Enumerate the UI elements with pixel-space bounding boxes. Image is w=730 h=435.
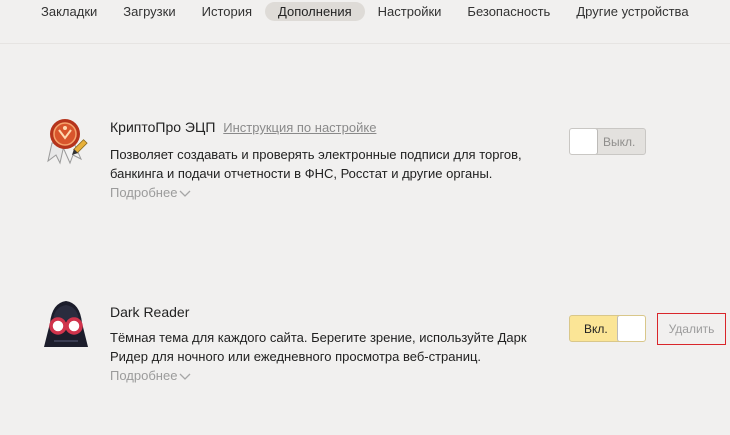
extension-name: КриптоПро ЭЦП [110,119,216,135]
extension-title-row: КриптоПро ЭЦП Инструкция по настройке [110,119,376,135]
dark-reader-icon [40,297,92,349]
toggle-knob [617,316,645,341]
extension-name: Dark Reader [110,304,190,320]
tab-settings[interactable]: Настройки [365,2,455,21]
extension-description: Тёмная тема для каждого сайта. Берегите … [110,330,527,364]
top-navigation: Закладки Загрузки История Дополнения Нас… [0,0,730,22]
toggle-knob [570,129,598,154]
tab-security[interactable]: Безопасность [454,2,563,21]
extension-description-block: Тёмная тема для каждого сайта. Берегите … [110,328,550,385]
extension-toggle-off[interactable]: Выкл. [569,128,646,155]
more-label: Подробнее [110,368,178,383]
extension-toggle-on[interactable]: Вкл. [569,315,646,342]
setup-instructions-link[interactable]: Инструкция по настройке [223,120,376,135]
tab-history[interactable]: История [189,2,265,21]
remove-button[interactable]: Удалить [657,313,726,345]
chevron-down-icon [179,190,191,197]
tab-extensions[interactable]: Дополнения [265,1,365,21]
toggle-label: Выкл. [603,135,636,149]
cryptopro-seal-icon [40,113,92,165]
nav-divider [0,43,730,44]
more-details-link[interactable]: Подробнее [110,185,191,200]
toggle-label: Вкл. [584,322,608,336]
tab-downloads[interactable]: Загрузки [110,2,188,21]
tab-bookmarks[interactable]: Закладки [28,2,110,21]
extension-description: Позволяет создавать и проверять электрон… [110,147,522,181]
chevron-down-icon [179,373,191,380]
extension-description-block: Позволяет создавать и проверять электрон… [110,145,550,202]
more-details-link[interactable]: Подробнее [110,368,191,383]
more-label: Подробнее [110,185,178,200]
tab-other-devices[interactable]: Другие устройства [563,2,701,21]
